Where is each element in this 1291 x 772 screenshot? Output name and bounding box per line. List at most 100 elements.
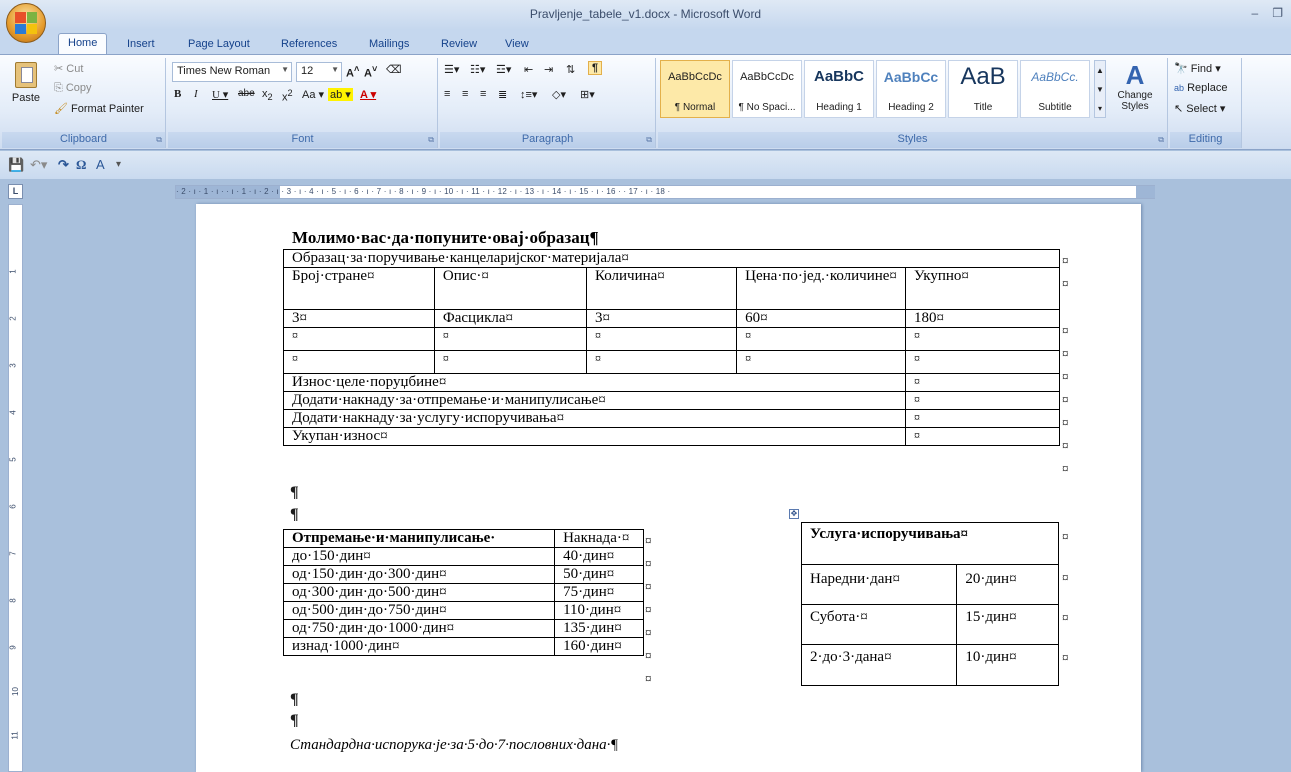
table-cell[interactable]: 160·дин¤ — [554, 637, 644, 656]
document-page[interactable]: Молимо·вас·да·попуните·овај·образац¶ Обр… — [196, 204, 1141, 772]
table-cell[interactable]: ¤ — [585, 350, 738, 374]
tab-references[interactable]: References — [272, 35, 346, 54]
table-cell[interactable]: Наредни·дан¤ — [800, 564, 958, 605]
header-cell[interactable]: Цена·по·јед.·количине¤ — [736, 267, 906, 310]
table-cell[interactable]: 10·дин¤ — [956, 644, 1059, 686]
undo-icon[interactable]: ↶▾ — [30, 157, 47, 173]
bullets-icon[interactable]: ☰▾ — [444, 63, 459, 76]
summary-value[interactable]: ¤ — [904, 409, 1061, 428]
format-painter-button[interactable]: 🖌 Format Painter — [54, 102, 144, 115]
multilevel-list-icon[interactable]: ☲▾ — [496, 63, 511, 76]
table-cell[interactable]: ¤ — [736, 350, 906, 374]
table-cell[interactable]: ¤ — [283, 327, 435, 351]
font-family-combo[interactable]: Times New Roman ▼ — [172, 62, 292, 82]
show-formatting-marks-icon[interactable]: ¶ — [588, 61, 603, 75]
shading-icon[interactable]: ◇▾ — [552, 88, 566, 101]
copy-button[interactable]: ⎘ Copy — [54, 82, 92, 95]
header-cell[interactable]: Количина¤ — [585, 267, 738, 310]
table-cell[interactable]: Субота·¤ — [800, 604, 958, 645]
table-cell[interactable]: 110·дин¤ — [554, 601, 644, 620]
style-heading-2[interactable]: AaBbCc Heading 2 — [876, 60, 946, 118]
tab-home[interactable]: Home — [58, 33, 108, 54]
tab-mailings[interactable]: Mailings — [360, 35, 418, 54]
select-button[interactable]: ↖ Select ▾ — [1174, 102, 1225, 115]
format-icon[interactable]: A — [96, 157, 105, 172]
tab-page-layout[interactable]: Page Layout — [179, 35, 259, 54]
increase-indent-icon[interactable]: ⇥ — [544, 63, 553, 76]
style-heading-1[interactable]: AaBbC Heading 1 — [804, 60, 874, 118]
summary-label[interactable]: Укупан·износ¤ — [283, 427, 906, 446]
table-cell[interactable]: ¤ — [433, 350, 587, 374]
subscript-button[interactable]: x2 — [262, 88, 273, 102]
find-button[interactable]: 🔭 Find ▾ — [1174, 62, 1221, 75]
restore-icon[interactable]: ❐ — [1272, 6, 1283, 20]
dialog-launcher-icon[interactable]: ⧉ — [428, 135, 434, 145]
shrink-font-button[interactable]: A˅ — [364, 64, 377, 80]
table-cell[interactable]: од·750·дин·до·1000·дин¤ — [282, 619, 556, 638]
dialog-launcher-icon[interactable]: ⧉ — [156, 135, 162, 145]
change-styles-button[interactable]: A Change Styles — [1112, 60, 1158, 112]
table-cell[interactable]: ¤ — [904, 327, 1061, 351]
table-cell[interactable]: 75·дин¤ — [554, 583, 644, 602]
table-cell[interactable]: од·300·дин·до·500·дин¤ — [282, 583, 556, 602]
summary-label[interactable]: Додати·накнаду·за·услугу·испоручивања¤ — [283, 409, 906, 428]
cut-button[interactable]: ✂ Cut — [54, 62, 83, 75]
table-cell[interactable]: од·500·дин·до·750·дин¤ — [282, 601, 556, 620]
tab-review[interactable]: Review — [432, 35, 486, 54]
style-normal[interactable]: AaBbCcDc ¶ Normal — [660, 60, 730, 118]
table-cell[interactable]: 135·дин¤ — [554, 619, 644, 638]
highlight-icon[interactable]: ab ▾ — [328, 88, 353, 101]
table-cell[interactable]: 60¤ — [736, 309, 906, 328]
summary-value[interactable]: ¤ — [904, 427, 1061, 446]
empty-paragraph[interactable]: ¶ — [290, 691, 299, 709]
table-cell[interactable]: ¤ — [736, 327, 906, 351]
tab-view[interactable]: View — [496, 35, 538, 54]
office-button[interactable] — [6, 3, 46, 43]
paste-button[interactable]: Paste — [8, 60, 44, 118]
change-case-button[interactable]: Aa ▾ — [302, 88, 324, 101]
dialog-launcher-icon[interactable]: ⧉ — [646, 135, 652, 145]
grow-font-button[interactable]: A˄ — [346, 64, 359, 80]
tab-insert[interactable]: Insert — [118, 35, 164, 54]
document-heading[interactable]: Молимо·вас·да·попуните·овај·образац¶ — [292, 228, 599, 248]
replace-button[interactable]: ab Replace — [1174, 82, 1227, 94]
superscript-button[interactable]: x2 — [282, 88, 293, 104]
header-cell[interactable]: Број·стране¤ — [283, 267, 435, 310]
save-icon[interactable]: 💾 — [8, 157, 24, 173]
table-move-handle-icon[interactable]: ✥ — [789, 509, 799, 519]
numbering-icon[interactable]: ☷▾ — [470, 63, 485, 76]
styles-scroll-icon[interactable]: ▲ ▼ ▾ — [1094, 60, 1106, 118]
table-cell[interactable]: ¤ — [433, 327, 587, 351]
dialog-launcher-icon[interactable]: ⧉ — [1158, 135, 1164, 145]
style-subtitle[interactable]: AaBbCc. Subtitle — [1020, 60, 1090, 118]
table-cell[interactable]: 180¤ — [904, 309, 1061, 328]
underline-button[interactable]: U ▾ — [212, 88, 228, 101]
style-no-spacing[interactable]: AaBbCcDc ¶ No Spaci... — [732, 60, 802, 118]
summary-value[interactable]: ¤ — [904, 373, 1061, 392]
clear-formatting-icon[interactable]: ⌫ — [386, 63, 402, 76]
header-cell[interactable]: Отпремање·и·манипулисање· — [282, 529, 556, 548]
header-cell[interactable]: Укупно¤ — [904, 267, 1061, 310]
summary-label[interactable]: Додати·накнаду·за·отпремање·и·манипулиса… — [283, 391, 906, 410]
table-cell[interactable]: ¤ — [283, 350, 435, 374]
decrease-indent-icon[interactable]: ⇤ — [524, 63, 533, 76]
align-center-icon[interactable]: ≡ — [462, 88, 468, 100]
table-cell[interactable]: ¤ — [585, 327, 738, 351]
bold-button[interactable]: B — [174, 88, 181, 100]
header-cell[interactable]: Накнада·¤ — [554, 529, 644, 548]
summary-label[interactable]: Износ·целе·поруџбине¤ — [283, 373, 906, 392]
align-right-icon[interactable]: ≡ — [480, 88, 486, 100]
align-left-icon[interactable]: ≡ — [444, 88, 450, 100]
header-cell[interactable]: Опис·¤ — [433, 267, 587, 310]
table-cell[interactable]: 3¤ — [585, 309, 738, 328]
table-cell[interactable]: од·150·дин·до·300·дин¤ — [282, 565, 556, 584]
sort-icon[interactable]: ⇅ — [566, 63, 575, 76]
table-cell[interactable]: ¤ — [904, 350, 1061, 374]
line-spacing-icon[interactable]: ↕≡▾ — [520, 88, 537, 101]
table-cell[interactable]: 50·дин¤ — [554, 565, 644, 584]
customize-qat-icon[interactable]: ▾ — [116, 159, 121, 170]
table-cell[interactable]: до·150·дин¤ — [282, 547, 556, 566]
footer-note[interactable]: Стандардна·испорука·је·за·5·до·7·пословн… — [290, 737, 618, 754]
symbol-omega-icon[interactable]: Ω — [76, 157, 86, 173]
order-table-title[interactable]: Образац·за·поручивање·канцеларијског·мат… — [283, 249, 1060, 268]
